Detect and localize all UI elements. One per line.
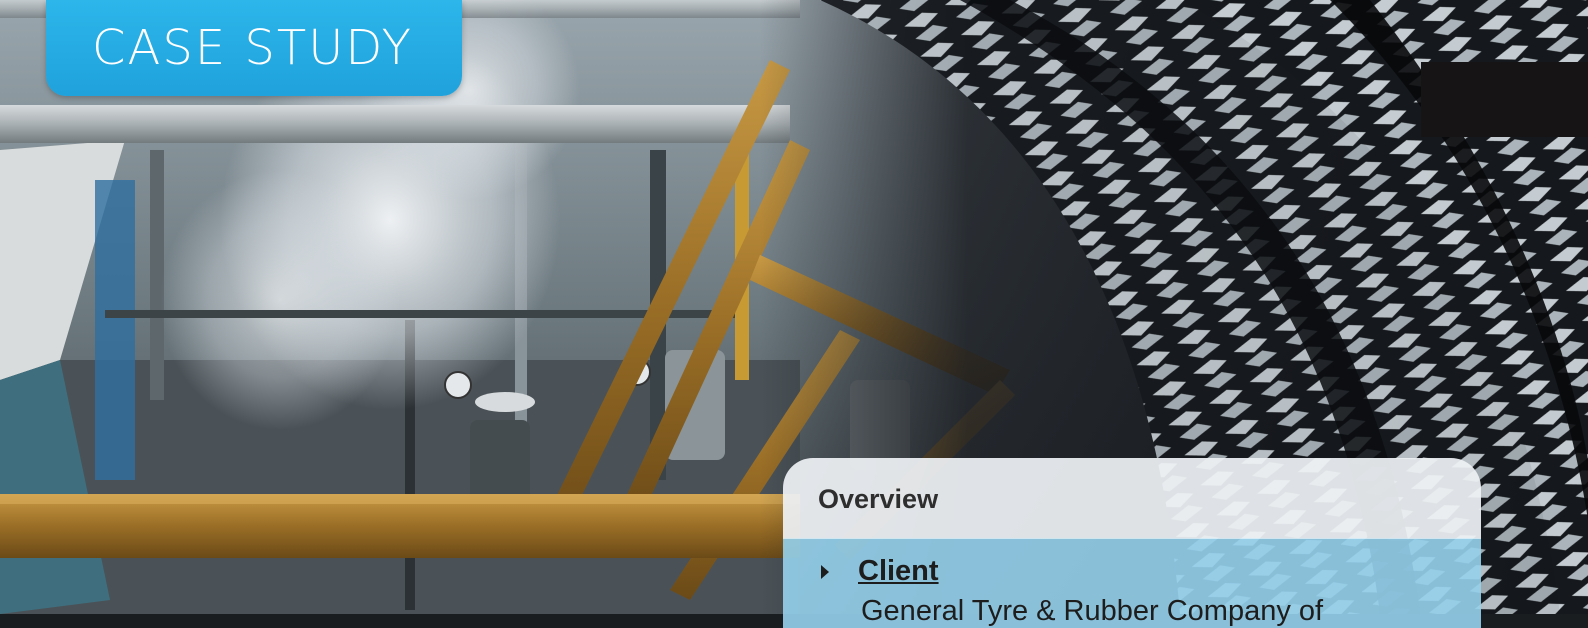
client-text: General Tyre & Rubber Company of [861, 595, 1324, 627]
overview-title: Overview [818, 484, 939, 514]
triangle-right-icon [821, 565, 829, 579]
client-label: Client [858, 555, 939, 587]
overview-card: Overview Client General Tyre & Rubber Co… [783, 458, 1481, 628]
case-study-tab: CASE STUDY [46, 0, 462, 96]
overview-body: Client General Tyre & Rubber Company of [783, 538, 1481, 628]
case-study-label: CASE STUDY [92, 20, 413, 76]
overview-header: Overview [783, 458, 1481, 538]
dark-corner-block [1421, 62, 1588, 137]
